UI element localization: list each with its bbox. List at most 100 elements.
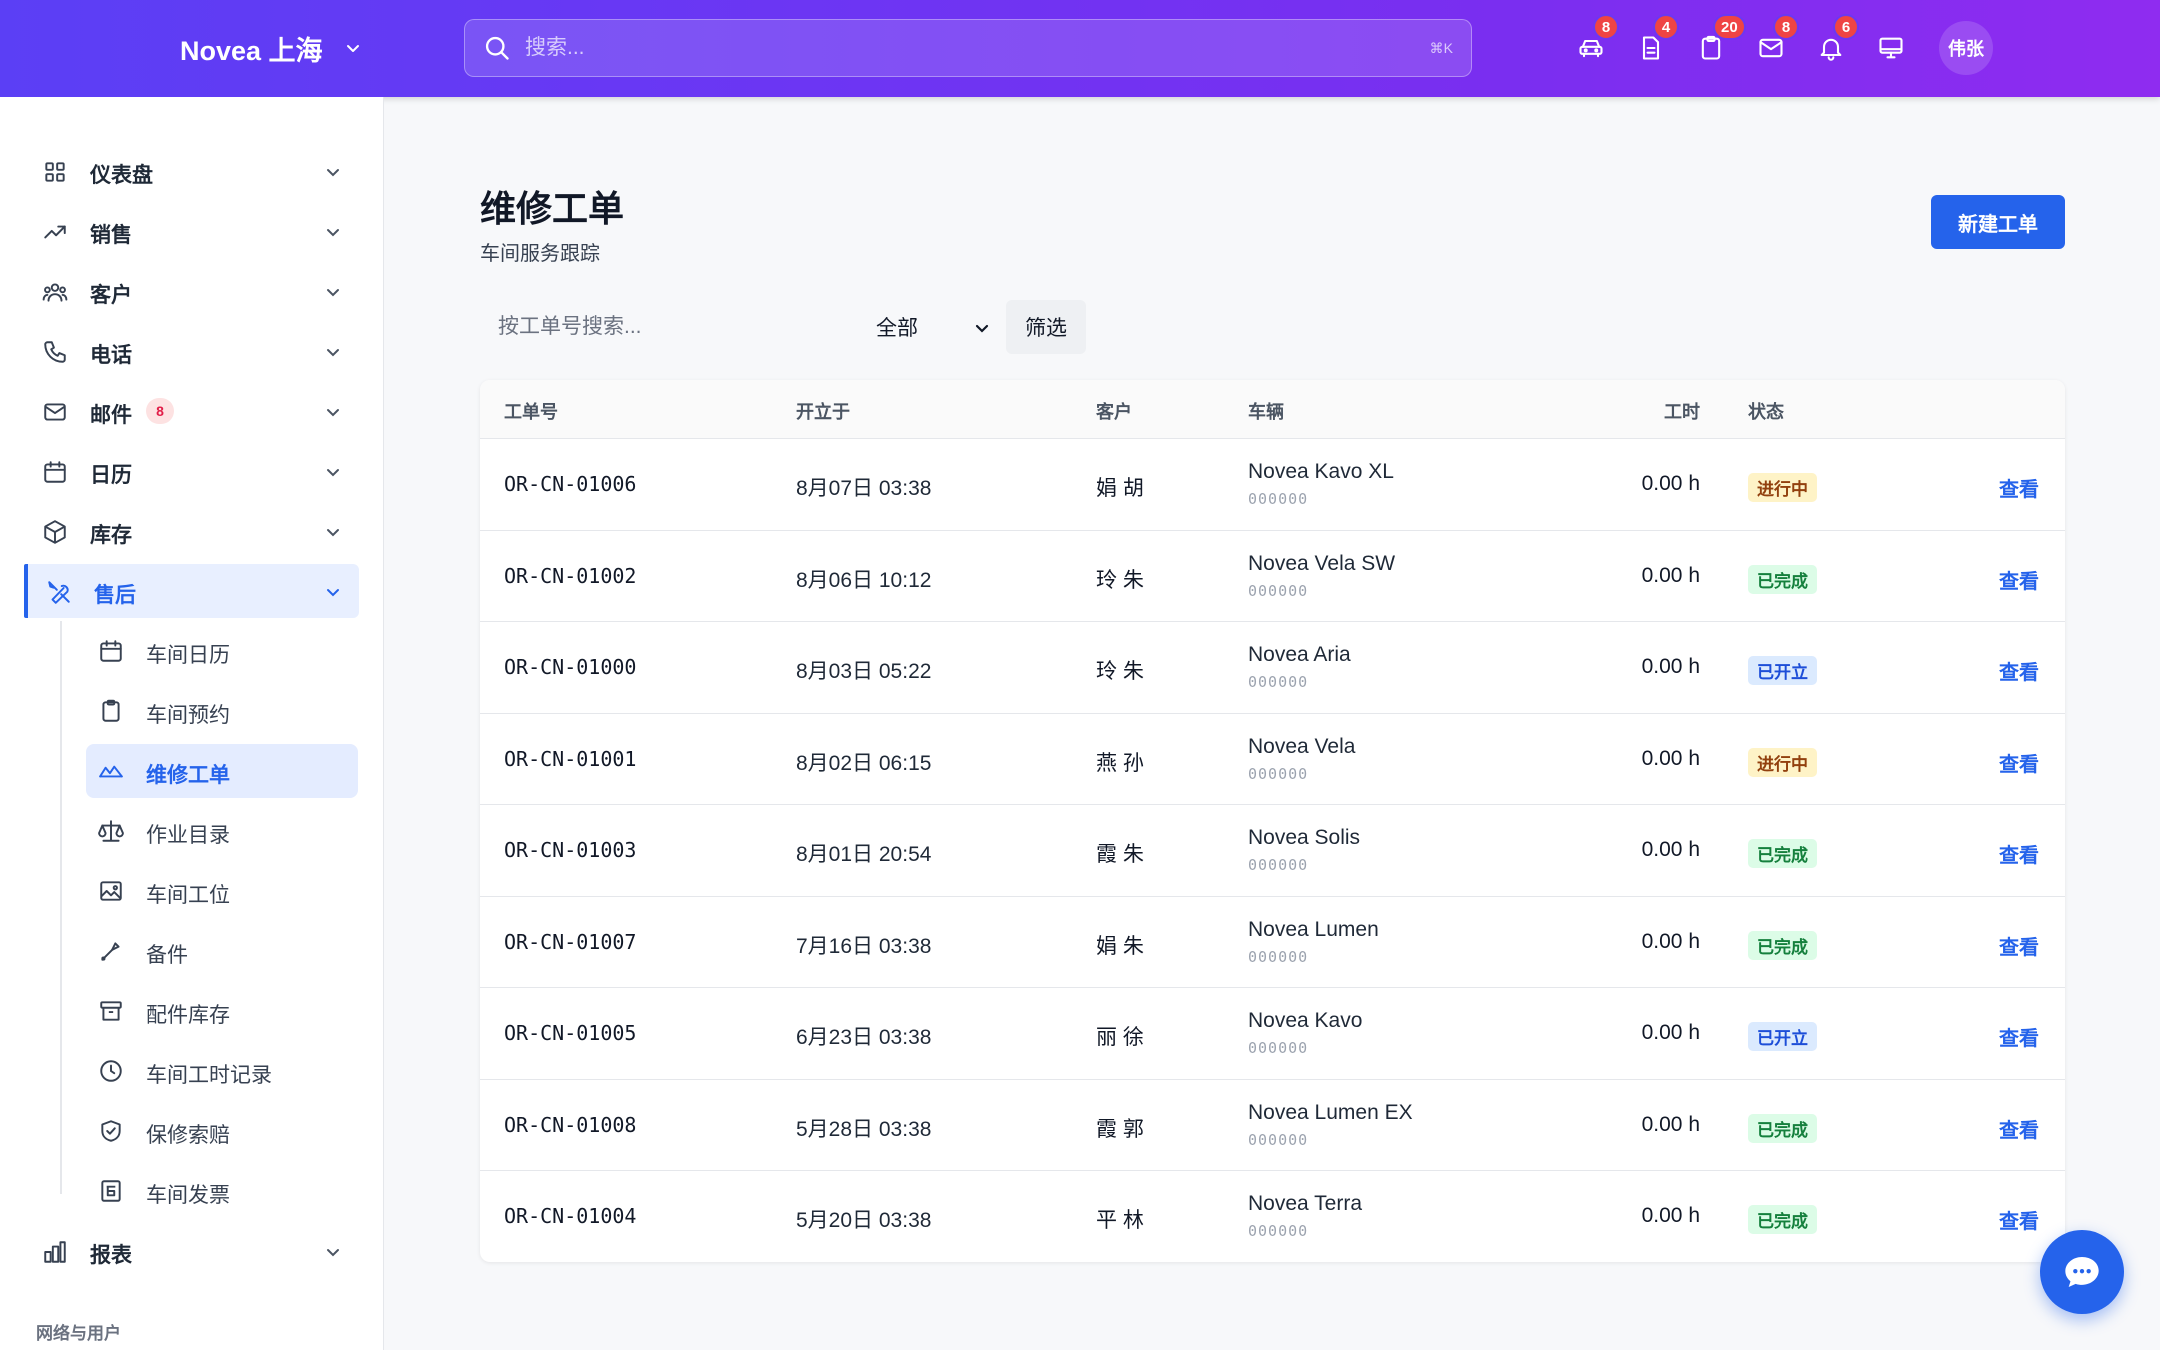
labor-hours: 0.00 h — [1641, 1021, 1700, 1044]
sidebar: 仪表盘 销售 客户 电话 邮件 8 日历 库存 售后 车间日历 车间预约 维修工… — [0, 97, 384, 1350]
vehicle-model: Novea Vela — [1248, 734, 1356, 758]
view-link[interactable]: 查看 — [1999, 748, 2039, 777]
vehicle-vin: 000000 — [1248, 1130, 1309, 1149]
page-title: 维修工单 — [480, 188, 625, 229]
sidebar-subitem-appointments[interactable]: 车间预约 — [86, 684, 358, 738]
chevron-down-icon — [346, 45, 359, 52]
vehicle-vin: 000000 — [1248, 581, 1309, 600]
labor-hours: 0.00 h — [1641, 1112, 1700, 1136]
view-link[interactable]: 查看 — [1999, 839, 2039, 868]
order-id: OR-CN-01001 — [504, 746, 637, 771]
chevron-down-icon — [327, 169, 339, 177]
vehicle-model: Novea Aria — [1248, 643, 1351, 666]
table-row[interactable]: OR-CN-01005 6月23日 03:38 丽 徐 Novea Kavo 00000… — [480, 988, 2065, 1080]
shield-check-icon — [101, 1120, 121, 1142]
sidebar-item-reports[interactable]: 报表 — [24, 1224, 359, 1278]
labor-hours: 0.00 h — [1641, 563, 1700, 587]
brand-switcher[interactable]: Novea 上海 — [180, 30, 361, 66]
view-link[interactable]: 查看 — [1999, 656, 2039, 685]
vehicle-vin: 000000 — [1248, 1039, 1309, 1057]
user-avatar[interactable]: 伟张 — [1939, 21, 1993, 75]
labor-hours: 0.00 h — [1641, 472, 1700, 495]
sidebar-item-calendar[interactable]: 日历 — [24, 444, 359, 498]
vehicle-model: Novea Terra — [1248, 1192, 1363, 1215]
sidebar-subitem-warranty-claims[interactable]: 保修索赔 — [86, 1104, 358, 1158]
mail-icon-button[interactable]: 8 — [1753, 14, 1799, 66]
sidebar-subitem-repair-orders[interactable]: 维修工单 — [86, 744, 358, 798]
sidebar-item-phone[interactable]: 电话 — [24, 324, 359, 378]
labor-hours: 0.00 h — [1641, 1204, 1700, 1227]
chat-button[interactable] — [2040, 1230, 2124, 1314]
clipboard-icon-button[interactable]: 20 — [1693, 14, 1746, 66]
sidebar-item-label: 邮件 — [90, 404, 132, 427]
sidebar-item-sales[interactable]: 销售 — [24, 204, 359, 258]
search-input[interactable] — [525, 20, 1430, 76]
table-row[interactable]: OR-CN-01007 7月16日 03:38 娟 朱 Novea Lumen 0000… — [480, 897, 2065, 988]
column-header-hours[interactable]: 工时 — [1664, 398, 1700, 424]
sidebar-subitem-parts[interactable]: 备件 — [86, 924, 358, 978]
table-row[interactable]: OR-CN-01001 8月02日 06:15 燕 孙 Novea Vela 00000… — [480, 714, 2065, 805]
view-link[interactable]: 查看 — [1999, 1205, 2039, 1234]
sidebar-item-customers[interactable]: 客户 — [24, 264, 359, 318]
column-header-opened[interactable]: 开立于 — [796, 398, 850, 424]
sidebar-subitem-invoices[interactable]: 车间发票 — [86, 1164, 358, 1218]
filter-button[interactable]: 筛选 — [1006, 300, 1086, 354]
sidebar-item-aftersales[interactable]: 售后 — [24, 564, 359, 618]
order-id: OR-CN-01007 — [504, 929, 637, 954]
labor-hours: 0.00 h — [1641, 838, 1700, 861]
customer-name: 丽 徐 — [1096, 1026, 1144, 1049]
monitor-icon-button[interactable] — [1873, 30, 1909, 66]
car-icon-button[interactable]: 8 — [1573, 14, 1619, 66]
users-icon — [42, 283, 68, 302]
sidebar-item-dashboard[interactable]: 仪表盘 — [24, 144, 359, 198]
status-select[interactable]: 全部 — [876, 300, 996, 354]
view-link[interactable]: 查看 — [1999, 1022, 2039, 1051]
table-row[interactable]: OR-CN-01000 8月03日 05:22 玲 朱 Novea Aria 00000… — [480, 622, 2065, 714]
customer-name: 燕 孙 — [1096, 751, 1144, 775]
vehicle-vin: 000000 — [1248, 764, 1309, 783]
table-row[interactable]: OR-CN-01006 8月07日 03:38 娟 胡 Novea Kavo XL 00… — [480, 439, 2065, 531]
global-search[interactable]: ⌘K — [464, 19, 1472, 77]
table-row[interactable]: OR-CN-01002 8月06日 10:12 玲 朱 Novea Vela SW 00… — [480, 531, 2065, 622]
order-id: OR-CN-01000 — [504, 655, 637, 679]
vehicle-vin: 000000 — [1248, 1222, 1309, 1240]
order-id: OR-CN-01002 — [504, 563, 637, 588]
table-row[interactable]: OR-CN-01008 5月28日 03:38 霞 郭 Novea Lumen EX 0… — [480, 1080, 2065, 1171]
column-header-customer[interactable]: 客户 — [1096, 398, 1132, 424]
opened-at: 8月01日 20:54 — [796, 843, 932, 866]
sidebar-subitem-job-catalog[interactable]: 作业目录 — [86, 804, 358, 858]
opened-at: 8月06日 10:12 — [796, 568, 932, 592]
view-link[interactable]: 查看 — [1999, 1114, 2039, 1143]
invoice-icon — [101, 1180, 121, 1202]
new-repair-order-button[interactable]: 新建工单 — [1931, 195, 2065, 249]
sidebar-subitem-time-records[interactable]: 车间工时记录 — [86, 1044, 358, 1098]
table-row[interactable]: OR-CN-01004 5月20日 03:38 平 林 Novea Terra 0000… — [480, 1171, 2065, 1262]
sidebar-subitem-parts-stock[interactable]: 配件库存 — [86, 984, 358, 1038]
view-link[interactable]: 查看 — [1999, 565, 2039, 594]
monitor-icon — [1879, 37, 1903, 59]
notification-badge: 4 — [1653, 14, 1679, 40]
sidebar-item-mail[interactable]: 邮件 8 — [24, 384, 359, 438]
sidebar-item-label: 销售 — [90, 224, 132, 247]
sidebar-subitem-label: 备件 — [146, 944, 188, 967]
sidebar-subitem-workshop-calendar[interactable]: 车间日历 — [86, 624, 358, 678]
order-number-search-input[interactable] — [480, 300, 860, 354]
vehicle-model: Novea Lumen EX — [1248, 1100, 1413, 1124]
document-icon-button[interactable]: 4 — [1633, 14, 1679, 66]
opened-at: 6月23日 03:38 — [796, 1026, 932, 1049]
bell-icon-button[interactable]: 6 — [1813, 14, 1859, 66]
sidebar-item-inventory[interactable]: 库存 — [24, 504, 359, 558]
chevron-down-icon — [975, 324, 989, 333]
column-header-vehicle[interactable]: 车辆 — [1248, 398, 1284, 424]
sidebar-subitem-bays[interactable]: 车间工位 — [86, 864, 358, 918]
chevron-down-icon — [327, 1249, 339, 1257]
view-link[interactable]: 查看 — [1999, 931, 2039, 960]
table-row[interactable]: OR-CN-01003 8月01日 20:54 霞 朱 Novea Solis 0000… — [480, 805, 2065, 897]
notification-badge: 6 — [1833, 14, 1859, 40]
chevron-down-icon — [327, 409, 339, 417]
top-bar: Novea 上海 ⌘K 8 4 20 8 6 伟张 — [0, 0, 2160, 97]
vehicle-model: Novea Solis — [1248, 826, 1361, 849]
view-link[interactable]: 查看 — [1999, 473, 2039, 502]
column-header-status[interactable]: 状态 — [1748, 398, 1784, 424]
column-header-id[interactable]: 工单号 — [504, 398, 558, 424]
